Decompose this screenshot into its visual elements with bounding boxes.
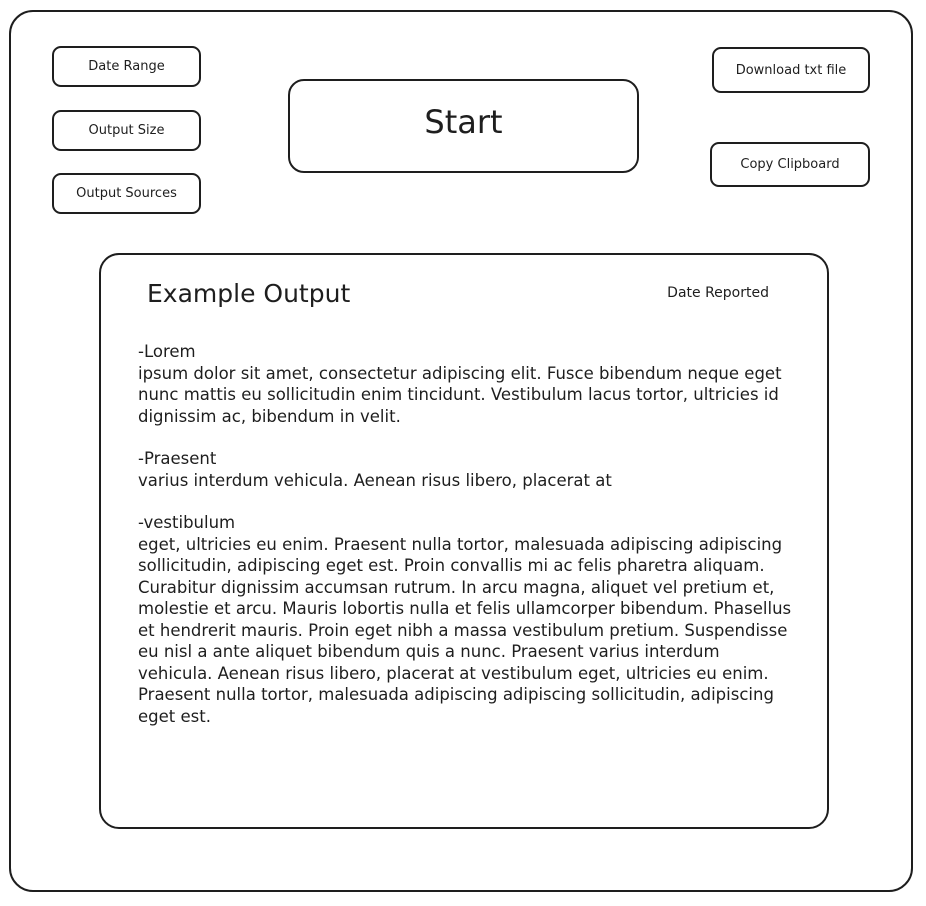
download-txt-button[interactable]: Download txt file (712, 47, 870, 93)
output-entry: -Lorem ipsum dolor sit amet, consectetur… (138, 341, 798, 427)
entry-heading: -Praesent (138, 449, 217, 468)
output-entries: -Lorem ipsum dolor sit amet, consectetur… (138, 341, 798, 748)
start-button[interactable]: Start (288, 79, 639, 173)
output-size-button[interactable]: Output Size (52, 110, 201, 151)
output-panel: Example Output Date Reported -Lorem ipsu… (99, 253, 829, 829)
date-range-button[interactable]: Date Range (52, 46, 201, 87)
copy-clipboard-button[interactable]: Copy Clipboard (710, 142, 870, 187)
entry-body: varius interdum vehicula. Aenean risus l… (138, 470, 612, 490)
date-reported-label: Date Reported (667, 285, 769, 301)
output-entry: -Praesent varius interdum vehicula. Aene… (138, 448, 798, 491)
output-sources-button[interactable]: Output Sources (52, 173, 201, 214)
output-entry: -vestibulum eget, ultricies eu enim. Pra… (138, 512, 798, 727)
entry-body: eget, ultricies eu enim. Praesent nulla … (138, 534, 792, 726)
entry-heading: -vestibulum (138, 513, 236, 532)
output-title: Example Output (147, 279, 351, 308)
entry-heading: -Lorem (138, 342, 196, 361)
entry-body: ipsum dolor sit amet, consectetur adipis… (138, 363, 782, 426)
